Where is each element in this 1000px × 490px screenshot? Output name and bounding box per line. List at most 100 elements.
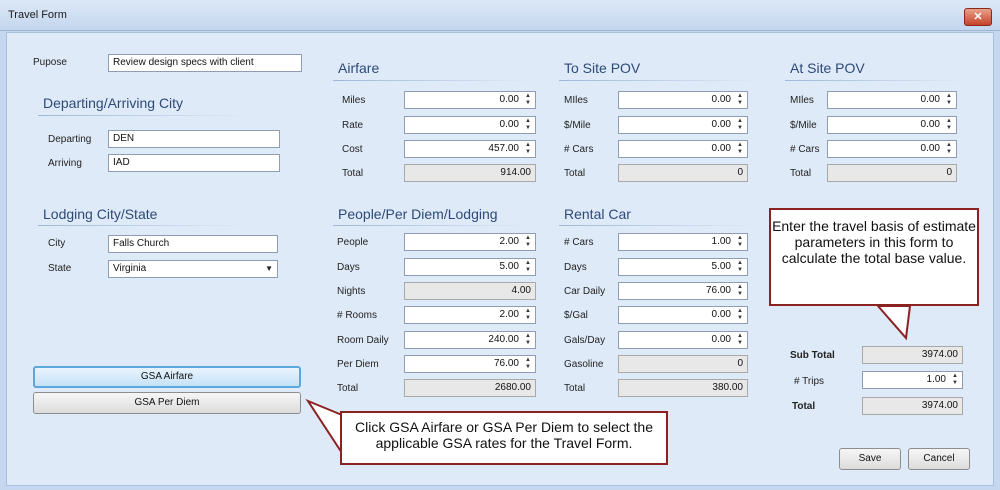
to-site-per-mile-value: 0.00: [711, 119, 731, 130]
spinner-updown-icon[interactable]: ▲ ▼: [736, 118, 744, 132]
section-divider: [559, 225, 759, 226]
gasoline-label: Gasoline: [564, 359, 604, 370]
section-divider: [785, 80, 965, 81]
arriving-input[interactable]: IAD: [108, 154, 280, 172]
airfare-total-value: 914.00: [404, 164, 536, 182]
days-input[interactable]: 5.00 ▲ ▼: [404, 258, 536, 276]
to-site-cars-value: 0.00: [711, 143, 731, 154]
gsa-callout: Click GSA Airfare or GSA Per Diem to sel…: [340, 411, 668, 465]
spinner-updown-icon[interactable]: ▲ ▼: [736, 284, 744, 298]
spinner-updown-icon[interactable]: ▲ ▼: [945, 118, 953, 132]
rental-days-label: Days: [564, 262, 587, 273]
state-label: State: [48, 263, 72, 274]
at-site-cars-input[interactable]: 0.00 ▲ ▼: [827, 140, 957, 158]
at-site-per-mile-input[interactable]: 0.00 ▲ ▼: [827, 116, 957, 134]
chevron-down-icon: ▼: [265, 264, 273, 273]
rental-car-heading: Rental Car: [564, 206, 631, 222]
at-site-cars-label: # Cars: [790, 144, 820, 155]
spinner-updown-icon[interactable]: ▲ ▼: [736, 333, 744, 347]
airfare-rate-label: Rate: [342, 120, 364, 131]
spinner-updown-icon[interactable]: ▲ ▼: [524, 93, 532, 107]
spinner-updown-icon[interactable]: ▲ ▼: [736, 142, 744, 156]
room-daily-input[interactable]: 240.00 ▲ ▼: [404, 331, 536, 349]
cancel-button[interactable]: Cancel: [908, 448, 970, 470]
days-label: Days: [337, 262, 360, 273]
car-daily-input[interactable]: 76.00 ▲ ▼: [618, 282, 748, 300]
per-diem-label: Per Diem: [337, 359, 379, 370]
departing-input[interactable]: DEN: [108, 130, 280, 148]
spinner-updown-icon[interactable]: ▲ ▼: [524, 260, 532, 274]
at-site-cars-value: 0.00: [920, 143, 940, 154]
per-diem-input[interactable]: 76.00 ▲ ▼: [404, 355, 536, 373]
rental-total-value: 380.00: [618, 379, 748, 397]
spinner-updown-icon[interactable]: ▲ ▼: [945, 93, 953, 107]
lodging-heading: Lodging City/State: [43, 206, 158, 222]
per-gal-label: $/Gal: [564, 310, 588, 321]
gsa-airfare-button[interactable]: GSA Airfare: [33, 366, 301, 388]
save-button[interactable]: Save: [839, 448, 901, 470]
rental-cars-value: 1.00: [711, 236, 731, 247]
gsa-per-diem-button[interactable]: GSA Per Diem: [33, 392, 301, 414]
spinner-updown-icon[interactable]: ▲ ▼: [524, 308, 532, 322]
airfare-miles-label: Miles: [342, 95, 366, 106]
city-label: City: [48, 238, 66, 249]
spinner-updown-icon[interactable]: ▲ ▼: [524, 333, 532, 347]
section-divider: [333, 80, 533, 81]
to-site-per-mile-label: $/Mile: [564, 120, 591, 131]
airfare-miles-input[interactable]: 0.00 ▲ ▼: [404, 91, 536, 109]
to-site-cars-label: # Cars: [564, 144, 594, 155]
rooms-input[interactable]: 2.00 ▲ ▼: [404, 306, 536, 324]
city-input[interactable]: Falls Church: [108, 235, 278, 253]
car-daily-value: 76.00: [705, 285, 731, 296]
to-site-per-mile-input[interactable]: 0.00 ▲ ▼: [618, 116, 748, 134]
people-value: 2.00: [499, 236, 519, 247]
airfare-total-label: Total: [342, 168, 364, 179]
purpose-input[interactable]: Review design specs with client: [108, 54, 302, 72]
rental-cars-input[interactable]: 1.00 ▲ ▼: [618, 233, 748, 251]
spinner-updown-icon[interactable]: ▲ ▼: [736, 93, 744, 107]
spinner-updown-icon[interactable]: ▲ ▼: [524, 118, 532, 132]
subtotal-label: Sub Total: [790, 350, 835, 361]
airfare-cost-input[interactable]: 457.00 ▲ ▼: [404, 140, 536, 158]
per-diem-value: 76.00: [493, 358, 519, 369]
close-icon: ✕: [973, 11, 983, 23]
spinner-updown-icon[interactable]: ▲ ▼: [524, 142, 532, 156]
close-button[interactable]: ✕: [964, 8, 992, 26]
car-daily-label: Car Daily: [564, 286, 606, 297]
spinner-updown-icon[interactable]: ▲ ▼: [736, 308, 744, 322]
rooms-label: # Rooms: [337, 310, 378, 321]
trips-value: 1.00: [926, 374, 946, 385]
gals-day-value: 0.00: [711, 334, 731, 345]
at-site-per-mile-value: 0.00: [920, 119, 940, 130]
at-site-miles-input[interactable]: 0.00 ▲ ▼: [827, 91, 957, 109]
gals-day-input[interactable]: 0.00 ▲ ▼: [618, 331, 748, 349]
section-divider: [38, 115, 248, 116]
to-site-miles-input[interactable]: 0.00 ▲ ▼: [618, 91, 748, 109]
people-per-diem-heading: People/Per Diem/Lodging: [338, 206, 498, 222]
departing-arriving-heading: Departing/Arriving City: [43, 95, 184, 111]
trips-input[interactable]: 1.00 ▲ ▼: [862, 371, 963, 389]
people-total-label: Total: [337, 383, 359, 394]
per-gal-value: 0.00: [711, 309, 731, 320]
at-site-per-mile-label: $/Mile: [790, 120, 817, 131]
spinner-updown-icon[interactable]: ▲ ▼: [524, 235, 532, 249]
travel-basis-callout: Enter the travel basis of estimate param…: [769, 208, 979, 306]
to-site-cars-input[interactable]: 0.00 ▲ ▼: [618, 140, 748, 158]
rental-total-label: Total: [564, 383, 586, 394]
spinner-updown-icon[interactable]: ▲ ▼: [945, 142, 953, 156]
state-select[interactable]: Virginia ▼: [108, 260, 278, 278]
spinner-updown-icon[interactable]: ▲ ▼: [736, 235, 744, 249]
airfare-rate-input[interactable]: 0.00 ▲ ▼: [404, 116, 536, 134]
spinner-updown-icon[interactable]: ▲ ▼: [736, 260, 744, 274]
people-input[interactable]: 2.00 ▲ ▼: [404, 233, 536, 251]
airfare-miles-value: 0.00: [499, 94, 519, 105]
rental-days-input[interactable]: 5.00 ▲ ▼: [618, 258, 748, 276]
rooms-value: 2.00: [499, 309, 519, 320]
per-gal-input[interactable]: 0.00 ▲ ▼: [618, 306, 748, 324]
grand-total-value: 3974.00: [862, 397, 963, 415]
spinner-updown-icon[interactable]: ▲ ▼: [524, 357, 532, 371]
spinner-updown-icon[interactable]: ▲ ▼: [951, 373, 959, 387]
to-site-pov-heading: To Site POV: [564, 60, 641, 76]
airfare-rate-value: 0.00: [499, 119, 519, 130]
rental-cars-label: # Cars: [564, 237, 594, 248]
